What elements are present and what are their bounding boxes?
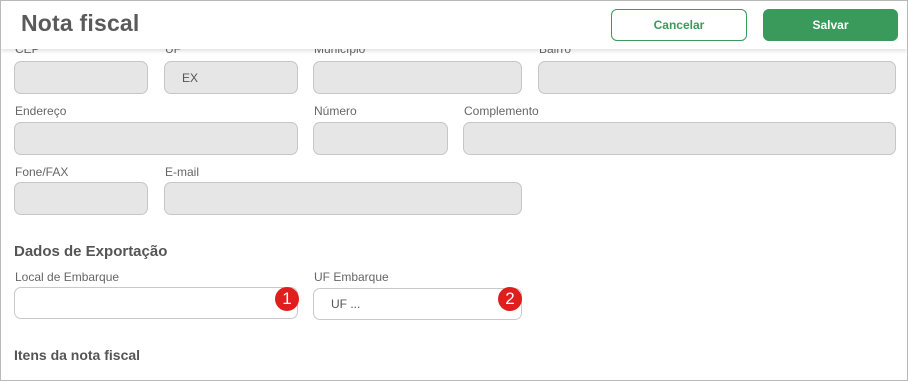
- local-embarque-field[interactable]: [14, 287, 298, 319]
- export-section-title: Dados de Exportação: [14, 243, 168, 260]
- uf-embarque-label: UF Embarque: [314, 270, 389, 284]
- endereco-field[interactable]: [14, 122, 298, 155]
- email-field[interactable]: [164, 182, 522, 215]
- annotation-marker-2: 2: [498, 287, 522, 311]
- fone-label: Fone/FAX: [15, 165, 69, 179]
- endereco-label: Endereço: [15, 104, 67, 118]
- save-button[interactable]: Salvar: [763, 9, 898, 41]
- complemento-label: Complemento: [464, 104, 539, 118]
- cancel-button[interactable]: Cancelar: [611, 9, 747, 41]
- items-section-title: Itens da nota fiscal: [14, 347, 141, 363]
- email-label: E-mail: [165, 165, 200, 179]
- annotation-marker-1: 1: [275, 287, 299, 311]
- uf-embarque-select[interactable]: UF ...: [313, 288, 522, 320]
- page-header: Nota fiscal Cancelar Salvar: [1, 1, 907, 49]
- uf-field[interactable]: EX: [164, 61, 298, 94]
- numero-field[interactable]: [313, 122, 448, 155]
- page-title: Nota fiscal: [21, 10, 140, 36]
- nota-fiscal-panel: CEP UF Município Bairro EX Endereço Núme…: [0, 0, 908, 381]
- municipio-field[interactable]: [313, 61, 522, 94]
- numero-label: Número: [314, 104, 357, 118]
- local-embarque-label: Local de Embarque: [15, 270, 120, 284]
- bairro-field[interactable]: [538, 61, 896, 94]
- fone-field[interactable]: [14, 182, 148, 215]
- cep-field[interactable]: [14, 61, 148, 94]
- complemento-field[interactable]: [463, 122, 896, 155]
